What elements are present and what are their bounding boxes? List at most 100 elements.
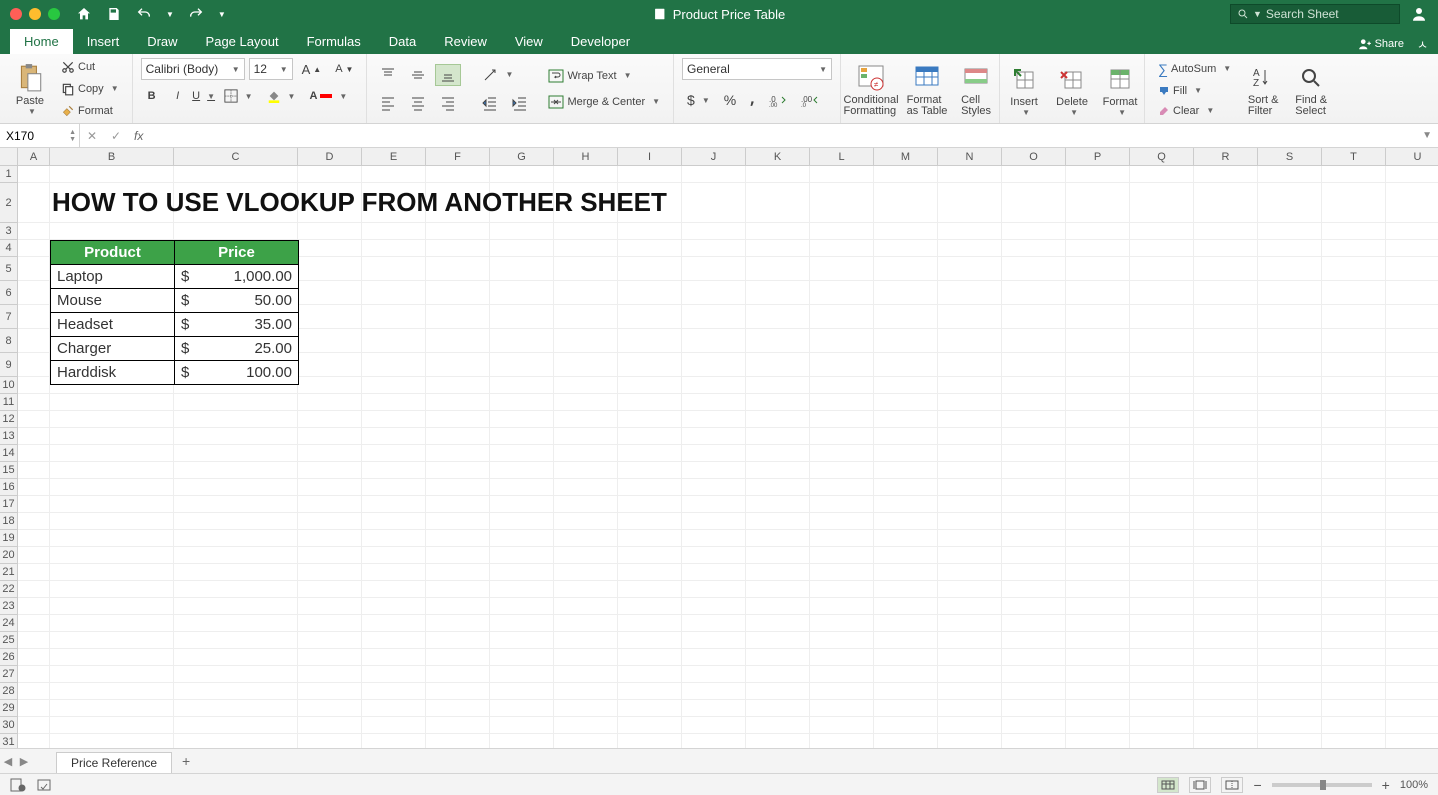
fx-label[interactable]: fx <box>128 129 149 143</box>
font-size-combo[interactable]: 12▼ <box>249 58 293 80</box>
search-sheet-input[interactable]: ▼ Search Sheet <box>1230 4 1400 24</box>
column-header-M[interactable]: M <box>874 148 938 166</box>
delete-cells-button[interactable]: Delete▼ <box>1050 58 1094 120</box>
row-header-16[interactable]: 16 <box>0 479 18 496</box>
number-format-combo[interactable]: General▼ <box>682 58 832 80</box>
row-header-20[interactable]: 20 <box>0 547 18 564</box>
decrease-indent-button[interactable] <box>477 92 503 114</box>
tab-formulas[interactable]: Formulas <box>293 29 375 54</box>
row-header-29[interactable]: 29 <box>0 700 18 717</box>
row-header-4[interactable]: 4 <box>0 240 18 257</box>
macro-record-icon[interactable] <box>10 778 26 792</box>
orientation-button[interactable]: ▼ <box>477 64 518 86</box>
format-painter-button[interactable]: Format <box>56 101 124 121</box>
price-cell[interactable]: $25.00 <box>175 337 299 361</box>
cut-button[interactable]: Cut <box>56 57 124 77</box>
window-close-button[interactable] <box>10 8 22 20</box>
view-page-break-button[interactable] <box>1221 777 1243 793</box>
row-header-27[interactable]: 27 <box>0 666 18 683</box>
column-header-K[interactable]: K <box>746 148 810 166</box>
row-header-21[interactable]: 21 <box>0 564 18 581</box>
row-header-6[interactable]: 6 <box>0 281 18 305</box>
column-header-R[interactable]: R <box>1194 148 1258 166</box>
align-bottom-button[interactable] <box>435 64 461 86</box>
spreadsheet-grid[interactable]: ABCDEFGHIJKLMNOPQRSTU 123456789101112131… <box>0 148 1438 748</box>
zoom-out-button[interactable]: − <box>1253 777 1261 793</box>
column-header-T[interactable]: T <box>1322 148 1386 166</box>
sheet-tab-price-reference[interactable]: Price Reference <box>56 752 172 773</box>
font-color-button[interactable]: A▼ <box>304 87 352 105</box>
column-header-A[interactable]: A <box>18 148 50 166</box>
product-cell[interactable]: Charger <box>51 337 175 361</box>
row-header-9[interactable]: 9 <box>0 353 18 377</box>
column-headers[interactable]: ABCDEFGHIJKLMNOPQRSTU <box>18 148 1438 166</box>
wrap-text-button[interactable]: Wrap Text▼ <box>543 66 665 86</box>
name-box[interactable] <box>0 129 58 143</box>
table-row[interactable]: Charger$25.00 <box>51 337 299 361</box>
currency-button[interactable]: $▼ <box>682 89 715 111</box>
table-row[interactable]: Headset$35.00 <box>51 313 299 337</box>
qat-customize-icon[interactable]: ▼ <box>218 10 226 19</box>
bold-button[interactable]: B <box>141 87 163 105</box>
row-header-24[interactable]: 24 <box>0 615 18 632</box>
row-header-3[interactable]: 3 <box>0 223 18 240</box>
tab-developer[interactable]: Developer <box>557 29 644 54</box>
align-left-button[interactable] <box>375 92 401 114</box>
column-header-D[interactable]: D <box>298 148 362 166</box>
save-icon[interactable] <box>106 6 122 22</box>
expand-formula-bar-button[interactable]: ▼ <box>1422 130 1438 141</box>
row-header-11[interactable]: 11 <box>0 394 18 411</box>
align-right-button[interactable] <box>435 92 461 114</box>
table-row[interactable]: Harddisk$100.00 <box>51 361 299 385</box>
sort-filter-button[interactable]: AZSort &Filter <box>1242 58 1284 120</box>
price-cell[interactable]: $35.00 <box>175 313 299 337</box>
align-center-button[interactable] <box>405 92 431 114</box>
add-sheet-button[interactable]: + <box>172 753 200 769</box>
merge-center-button[interactable]: Merge & Center▼ <box>543 92 665 112</box>
row-header-2[interactable]: 2 <box>0 183 18 223</box>
tab-insert[interactable]: Insert <box>73 29 134 54</box>
column-header-U[interactable]: U <box>1386 148 1438 166</box>
column-header-F[interactable]: F <box>426 148 490 166</box>
accessibility-icon[interactable] <box>36 778 52 792</box>
sheet-nav-next[interactable]: ▶ <box>16 755 32 768</box>
view-page-layout-button[interactable] <box>1189 777 1211 793</box>
column-header-G[interactable]: G <box>490 148 554 166</box>
column-header-N[interactable]: N <box>938 148 1002 166</box>
border-button[interactable]: ▼ <box>219 86 258 106</box>
increase-indent-button[interactable] <box>507 92 533 114</box>
cell-styles-button[interactable]: CellStyles <box>955 58 997 120</box>
tab-view[interactable]: View <box>501 29 557 54</box>
redo-icon[interactable] <box>188 6 204 22</box>
row-header-1[interactable]: 1 <box>0 166 18 183</box>
view-normal-button[interactable] <box>1157 777 1179 793</box>
insert-cells-button[interactable]: Insert▼ <box>1002 58 1046 120</box>
italic-button[interactable]: I <box>167 87 189 105</box>
column-header-L[interactable]: L <box>810 148 874 166</box>
tab-home[interactable]: Home <box>10 29 73 54</box>
select-all-corner[interactable] <box>0 148 18 166</box>
row-header-17[interactable]: 17 <box>0 496 18 513</box>
user-icon[interactable] <box>1410 5 1428 23</box>
row-header-13[interactable]: 13 <box>0 428 18 445</box>
align-top-button[interactable] <box>375 64 401 86</box>
enter-formula-button[interactable]: ✓ <box>104 129 128 143</box>
find-select-button[interactable]: Find &Select <box>1290 58 1332 120</box>
row-header-12[interactable]: 12 <box>0 411 18 428</box>
table-row[interactable]: Laptop$1,000.00 <box>51 265 299 289</box>
formula-input[interactable] <box>149 129 1422 143</box>
decrease-decimal-button[interactable]: .00.0 <box>796 90 824 110</box>
sheet-nav-prev[interactable]: ◀ <box>0 755 16 768</box>
tab-data[interactable]: Data <box>375 29 430 54</box>
undo-dropdown-icon[interactable]: ▼ <box>166 10 174 19</box>
column-header-H[interactable]: H <box>554 148 618 166</box>
column-header-P[interactable]: P <box>1066 148 1130 166</box>
price-cell[interactable]: $100.00 <box>175 361 299 385</box>
window-maximize-button[interactable] <box>48 8 60 20</box>
window-minimize-button[interactable] <box>29 8 41 20</box>
row-header-15[interactable]: 15 <box>0 462 18 479</box>
row-header-8[interactable]: 8 <box>0 329 18 353</box>
undo-icon[interactable] <box>136 6 152 22</box>
zoom-in-button[interactable]: + <box>1382 777 1390 793</box>
home-icon[interactable] <box>76 6 92 22</box>
